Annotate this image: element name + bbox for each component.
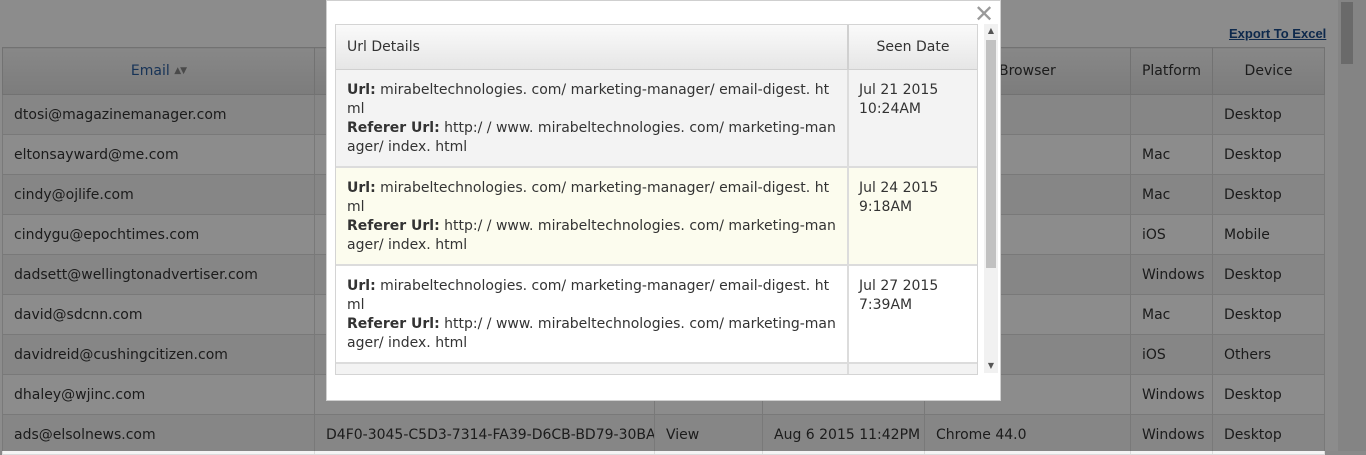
url-details-cell: Url: mirabeltechnologies. com/ marketing… bbox=[336, 69, 848, 168]
referer-url-label: Referer Url: bbox=[347, 120, 440, 136]
seen-date-cell: Jul 24 2015 9:18AM bbox=[847, 167, 977, 266]
url-label: Url: bbox=[347, 180, 376, 196]
url-detail-row: Url: mirabeltechnologies. com/Referer Ur… bbox=[336, 363, 977, 374]
url-detail-row: Url: mirabeltechnologies. com/ marketing… bbox=[336, 167, 977, 266]
seen-date-cell: Jul 21 2015 10:24AM bbox=[847, 69, 977, 168]
url-value: mirabeltechnologies. com/ marketing-mana… bbox=[347, 82, 830, 117]
seen-date-cell: Jul 31 20156:01AM bbox=[847, 363, 977, 374]
referer-url-label: Referer Url: bbox=[347, 218, 440, 234]
url-label: Url: bbox=[347, 82, 376, 98]
seen-time-value: 9:18AM bbox=[859, 199, 913, 215]
modal-scrollbar-thumb[interactable] bbox=[986, 40, 996, 268]
seen-time-value: 7:39AM bbox=[859, 297, 913, 313]
seen-date-value: Jul 21 2015 bbox=[859, 82, 939, 98]
url-details-table: Url Details Seen Date Url: mirabeltechno… bbox=[336, 25, 977, 374]
seen-date-header: Seen Date bbox=[847, 25, 977, 70]
url-details-table-container: Url Details Seen Date Url: mirabeltechno… bbox=[335, 24, 978, 375]
close-icon[interactable]: ✕ bbox=[974, 2, 994, 26]
modal-scrollbar[interactable]: ▲ ▼ bbox=[984, 24, 998, 373]
url-detail-row: Url: mirabeltechnologies. com/ marketing… bbox=[336, 69, 977, 168]
url-details-header: Url Details bbox=[336, 25, 848, 70]
seen-date-cell: Jul 27 2015 7:39AM bbox=[847, 265, 977, 364]
seen-date-value: Jul 27 2015 bbox=[859, 278, 939, 294]
url-details-cell: Url: mirabeltechnologies. com/ marketing… bbox=[336, 167, 848, 266]
url-label: Url: bbox=[347, 278, 376, 294]
seen-time-value: 10:24AM bbox=[859, 101, 922, 117]
seen-date-value: Jul 24 2015 bbox=[859, 180, 939, 196]
scroll-down-arrow-icon[interactable]: ▼ bbox=[986, 361, 996, 371]
referer-url-label: Referer Url: bbox=[347, 316, 440, 332]
url-detail-row: Url: mirabeltechnologies. com/ marketing… bbox=[336, 265, 977, 364]
url-details-cell: Url: mirabeltechnologies. com/ marketing… bbox=[336, 265, 848, 364]
url-details-modal: Url Details Seen Date Url: mirabeltechno… bbox=[326, 0, 1001, 401]
url-value: mirabeltechnologies. com/ marketing-mana… bbox=[347, 278, 830, 313]
url-details-cell: Url: mirabeltechnologies. com/Referer Ur… bbox=[336, 363, 848, 374]
url-value: mirabeltechnologies. com/ marketing-mana… bbox=[347, 180, 830, 215]
